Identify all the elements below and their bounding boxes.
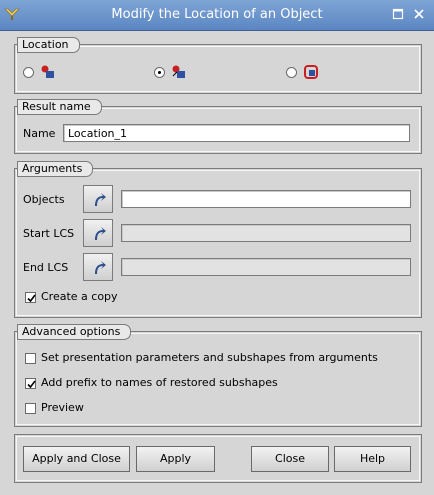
add-prefix-checkbox[interactable] [25,378,36,389]
preview-checkbox[interactable] [25,403,36,414]
location-header: Location [17,37,80,53]
location-absolute-icon [41,65,54,78]
location-path-icon [304,65,318,79]
location-relative-icon [172,65,185,78]
select-arrow-icon [95,193,106,206]
checkmark-icon [27,294,36,303]
apply-button[interactable]: Apply [136,446,215,472]
window-title: Modify the Location of an Object [111,7,323,22]
help-button[interactable]: Help [334,446,411,472]
start-lcs-field[interactable] [121,224,411,242]
set-presentation-label: Set presentation parameters and subshape… [41,351,378,364]
location-radio-absolute[interactable] [23,67,34,78]
select-arrow-icon [95,227,106,240]
name-field[interactable] [63,124,410,142]
end-lcs-select-button[interactable] [83,253,113,281]
location-radio-relative[interactable] [154,67,165,78]
title-bar[interactable]: Modify the Location of an Object [0,0,434,31]
arguments-header: Arguments [17,161,94,177]
end-lcs-field[interactable] [121,258,411,276]
select-arrow-icon [95,261,106,274]
objects-field[interactable] [121,190,411,208]
name-label: Name [23,127,56,140]
maximize-icon[interactable] [392,8,404,20]
create-copy-checkbox[interactable] [25,292,36,303]
create-copy-label: Create a copy [41,290,118,303]
advanced-options-header: Advanced options [17,324,132,340]
objects-label: Objects [23,193,65,206]
set-presentation-checkbox[interactable] [25,353,36,364]
start-lcs-label: Start LCS [23,227,75,240]
close-button[interactable]: Close [251,446,329,472]
objects-select-button[interactable] [83,185,113,213]
location-radio-path[interactable] [286,67,297,78]
checkmark-icon [27,380,36,389]
result-name-header: Result name [17,99,102,115]
preview-label: Preview [41,401,84,414]
start-lcs-select-button[interactable] [83,219,113,247]
end-lcs-label: End LCS [23,261,69,274]
close-window-icon[interactable] [413,8,425,20]
add-prefix-label: Add prefix to names of restored subshape… [41,376,278,389]
apply-and-close-button[interactable]: Apply and Close [23,446,130,472]
